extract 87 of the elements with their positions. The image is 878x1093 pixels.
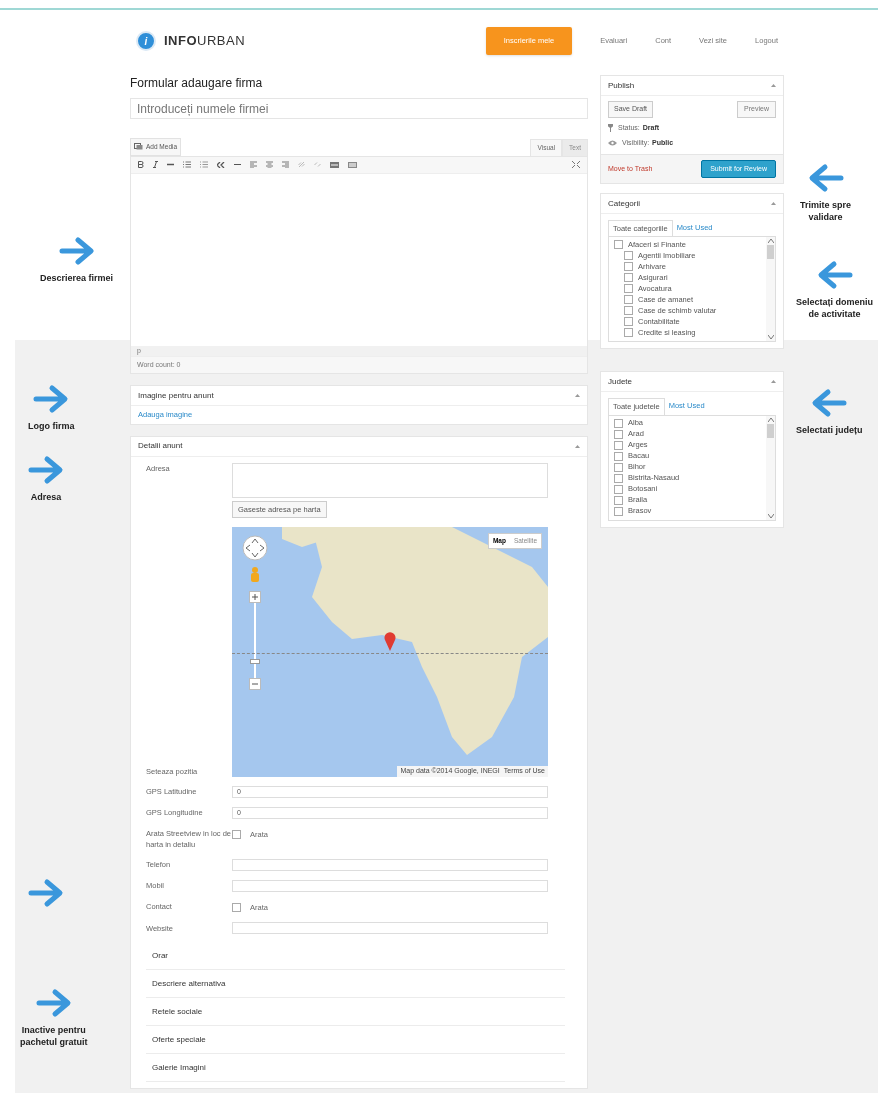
scrollbar-thumb[interactable] — [767, 423, 774, 438]
checkbox[interactable] — [614, 495, 623, 505]
annotation-text: Adresa — [30, 491, 62, 503]
bold-icon[interactable] — [138, 161, 144, 169]
arrow-icon — [816, 260, 853, 290]
scrollbar-thumb[interactable] — [767, 245, 774, 260]
quote-icon[interactable] — [217, 161, 225, 168]
annotation-text: Selectati județu — [796, 424, 863, 436]
checkbox[interactable] — [614, 418, 623, 428]
panel-title: Publish — [608, 79, 635, 92]
collapsed-section[interactable]: Oferte speciale — [146, 1026, 565, 1054]
caret-up-icon[interactable] — [767, 417, 774, 422]
checkbox[interactable] — [614, 506, 623, 516]
checkbox[interactable] — [624, 273, 633, 283]
checkbox[interactable] — [624, 262, 633, 272]
read-more-icon[interactable] — [330, 161, 339, 168]
scrollbar[interactable] — [766, 237, 775, 342]
panel-title: Imagine pentru anunt — [138, 389, 214, 402]
checkbox[interactable] — [624, 328, 633, 338]
collapsed-section[interactable]: Descriere alternativa — [146, 970, 565, 998]
checkbox[interactable] — [624, 306, 633, 316]
arrow-icon — [58, 236, 95, 266]
media-icon — [134, 143, 143, 151]
plus-icon[interactable] — [252, 593, 258, 600]
arrow-icon — [33, 384, 70, 414]
panel-title: Judete — [608, 375, 633, 388]
text-field[interactable] — [232, 858, 548, 871]
checkbox[interactable] — [614, 484, 623, 494]
keyboard-icon[interactable] — [348, 161, 357, 168]
collapsed-section[interactable]: Orar — [146, 942, 565, 970]
name-field[interactable]: Introduceți numele firmei — [130, 98, 588, 119]
panel-title: Categorii — [608, 197, 640, 210]
eye-icon — [608, 140, 617, 147]
arrow-icon — [35, 988, 72, 1018]
collapse-caret-icon[interactable] — [575, 444, 580, 448]
numbered-list-icon[interactable] — [200, 161, 208, 169]
checkbox[interactable] — [624, 284, 633, 294]
map-pin-icon — [384, 630, 396, 651]
logo-mark: i — [136, 31, 156, 51]
annotation-text: Descrierea firmei — [40, 272, 114, 284]
collapsed-section[interactable]: Galerie Imagini — [146, 1054, 565, 1082]
collapse-caret-icon[interactable] — [575, 394, 580, 398]
checkbox[interactable] — [614, 451, 623, 461]
annotation-text: Selectați domeniu de activitate — [796, 296, 874, 320]
checkbox[interactable] — [624, 295, 633, 305]
pan-control-icon[interactable] — [242, 534, 268, 561]
pegman-icon[interactable] — [250, 566, 260, 585]
minus-icon[interactable] — [252, 680, 258, 687]
checkbox[interactable] — [624, 251, 633, 261]
align-right-icon[interactable] — [282, 161, 289, 169]
caret-down-icon[interactable] — [767, 513, 774, 518]
fullscreen-icon[interactable] — [572, 161, 580, 169]
collapse-caret-icon[interactable] — [771, 84, 776, 87]
text-field[interactable] — [232, 879, 548, 892]
logo-text: INFOURBAN — [164, 32, 246, 51]
checkbox[interactable] — [614, 240, 623, 250]
text-field[interactable] — [232, 922, 548, 934]
align-center-icon[interactable] — [266, 161, 273, 169]
annotation-text: Trimite spre validare — [800, 199, 852, 223]
checkbox[interactable] — [614, 473, 623, 483]
checkbox[interactable] — [614, 440, 623, 450]
annotation-text: Logo firma — [28, 420, 75, 432]
collapsed-section[interactable]: Retele sociale — [146, 998, 565, 1026]
pin-icon — [608, 123, 613, 132]
panel-title: Detalii anunt — [138, 440, 183, 452]
annotation-text: Inactive pentru pachetul gratuit — [20, 1024, 88, 1048]
caret-up-icon[interactable] — [767, 239, 774, 244]
arrow-icon — [28, 878, 64, 908]
checkbox[interactable] — [624, 317, 633, 327]
bullet-list-icon[interactable] — [183, 161, 191, 169]
checkbox[interactable] — [614, 429, 623, 439]
page-title: Formular adaugare firma — [130, 75, 264, 92]
arrow-icon — [807, 163, 844, 193]
align-left-icon[interactable] — [250, 161, 257, 169]
arrow-icon — [811, 388, 848, 418]
scrollbar[interactable] — [766, 415, 775, 520]
arrow-icon — [28, 455, 64, 485]
checkbox[interactable] — [232, 829, 241, 839]
collapse-caret-icon[interactable] — [771, 380, 776, 384]
zoom-slider[interactable] — [249, 590, 261, 690]
italic-icon[interactable] — [153, 161, 158, 169]
zoom-slider-thumb[interactable] — [250, 658, 260, 664]
collapse-caret-icon[interactable] — [771, 202, 776, 205]
address-field[interactable] — [232, 462, 548, 498]
checkbox[interactable] — [232, 902, 241, 912]
checkbox[interactable] — [614, 462, 623, 472]
caret-down-icon[interactable] — [767, 335, 774, 340]
